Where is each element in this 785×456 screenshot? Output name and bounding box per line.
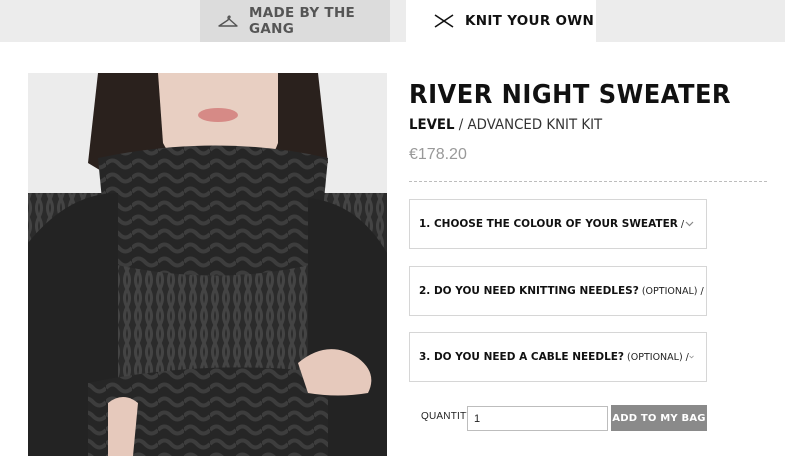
divider [409,181,767,182]
add-to-bag-button[interactable]: ADD TO MY BAG [611,405,707,431]
option-label: 1. CHOOSE THE COLOUR OF YOUR SWEATER / [419,218,685,230]
level-label: LEVEL [409,117,455,133]
tab-made-by-the-gang[interactable]: MADE BY THE GANG [200,0,390,42]
tab-made-label: MADE BY THE GANG [249,5,356,37]
option-label: 2. DO YOU NEED KNITTING NEEDLES? (OPTION… [419,285,704,297]
top-tab-bar: MADE BY THE GANG KNIT YOUR OWN [0,0,785,42]
option-cable-needle-dropdown[interactable]: 3. DO YOU NEED A CABLE NEEDLE? (OPTIONAL… [409,332,707,382]
chevron-down-icon [685,221,694,227]
product-title: RIVER NIGHT SWEATER [409,80,732,110]
option-label: 3. DO YOU NEED A CABLE NEEDLE? (OPTIONAL… [419,351,689,363]
tab-knit-your-own[interactable]: KNIT YOUR OWN [406,0,596,42]
crossed-needles-icon [433,13,455,29]
hanger-icon [217,14,239,28]
quantity-label: QUANTITY [421,411,474,422]
quantity-input[interactable] [467,406,608,431]
product-image [28,73,387,456]
level-value: / ADVANCED KNIT KIT [454,117,603,133]
option-colour-dropdown[interactable]: 1. CHOOSE THE COLOUR OF YOUR SWEATER / [409,199,707,249]
product-level: LEVEL / ADVANCED KNIT KIT [409,117,602,133]
tab-knit-label: KNIT YOUR OWN [465,13,595,29]
chevron-down-icon [689,355,694,359]
product-price: €178.20 [409,146,467,163]
option-knitting-needles-dropdown[interactable]: 2. DO YOU NEED KNITTING NEEDLES? (OPTION… [409,266,707,316]
